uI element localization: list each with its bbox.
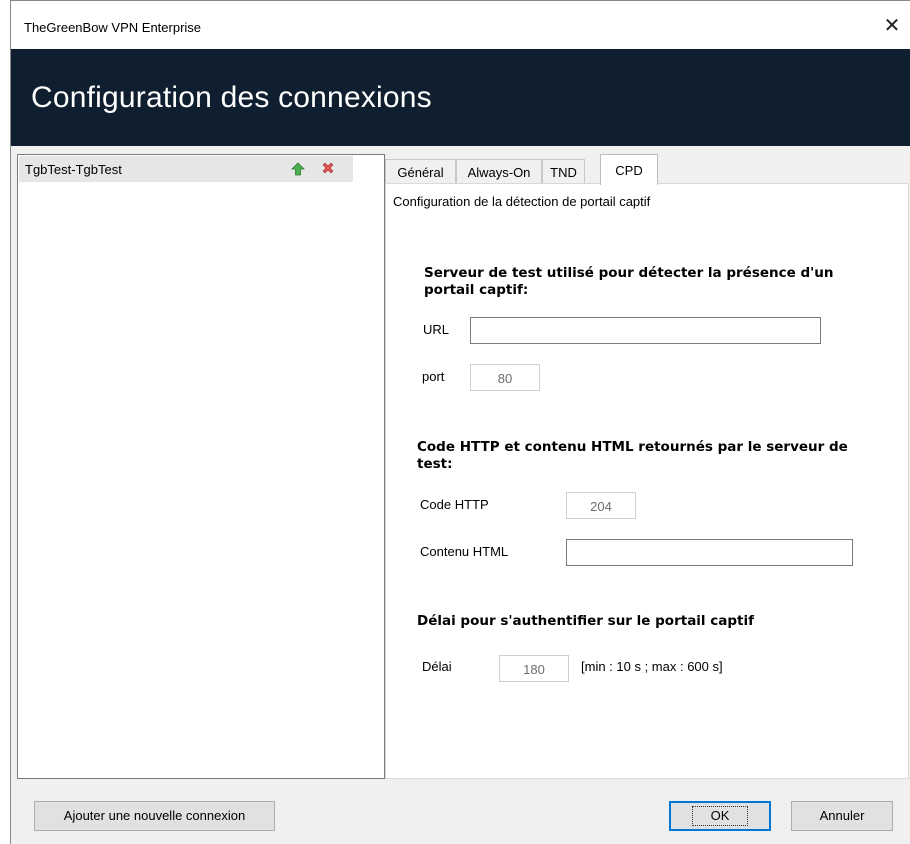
http-code-input[interactable]: 204 (566, 492, 636, 519)
test-server-heading: Serveur de test utilisé pour détecter la… (424, 265, 834, 298)
cpd-panel: Configuration de la détection de portail… (385, 183, 909, 779)
http-response-heading: Code HTTP et contenu HTML retournés par … (417, 439, 848, 472)
url-label: URL (423, 322, 450, 337)
connection-label: TgbTest-TgbTest (25, 162, 122, 177)
window-title: TheGreenBow VPN Enterprise (24, 20, 202, 35)
tab-tnd[interactable]: TND (542, 159, 585, 184)
ok-label: OK (691, 806, 749, 826)
url-input[interactable] (470, 317, 821, 344)
tab-always-on[interactable]: Always-On (456, 159, 542, 184)
add-connection-button[interactable]: Ajouter une nouvelle connexion (34, 801, 275, 831)
title-bar: TheGreenBow VPN Enterprise ✕ (11, 1, 910, 49)
cancel-button[interactable]: Annuler (791, 801, 893, 831)
html-content-label: Contenu HTML (420, 544, 509, 559)
connection-list: TgbTest-TgbTest (17, 154, 385, 779)
page-title: Configuration des connexions (31, 81, 432, 114)
arrow-up-icon[interactable] (291, 162, 305, 176)
delete-icon[interactable] (321, 161, 335, 175)
close-icon[interactable]: ✕ (880, 13, 904, 37)
html-content-input[interactable] (566, 539, 853, 566)
delay-range-hint: [min : 10 s ; max : 600 s] (581, 659, 723, 674)
tab-general[interactable]: Général (385, 159, 456, 184)
delay-input[interactable]: 180 (499, 655, 569, 682)
connection-item[interactable]: TgbTest-TgbTest (19, 156, 353, 182)
vpn-config-window: TheGreenBow VPN Enterprise ✕ Configurati… (10, 0, 910, 844)
http-code-label: Code HTTP (420, 497, 489, 512)
port-label: port (422, 369, 445, 384)
ok-button[interactable]: OK (669, 801, 771, 831)
header-banner: Configuration des connexions (11, 49, 910, 146)
tab-cpd[interactable]: CPD (600, 154, 658, 185)
panel-description: Configuration de la détection de portail… (393, 194, 651, 209)
port-input[interactable]: 80 (470, 364, 540, 391)
auth-delay-heading: Délai pour s'authentifier sur le portail… (417, 613, 754, 629)
delay-label: Délai (422, 659, 452, 674)
